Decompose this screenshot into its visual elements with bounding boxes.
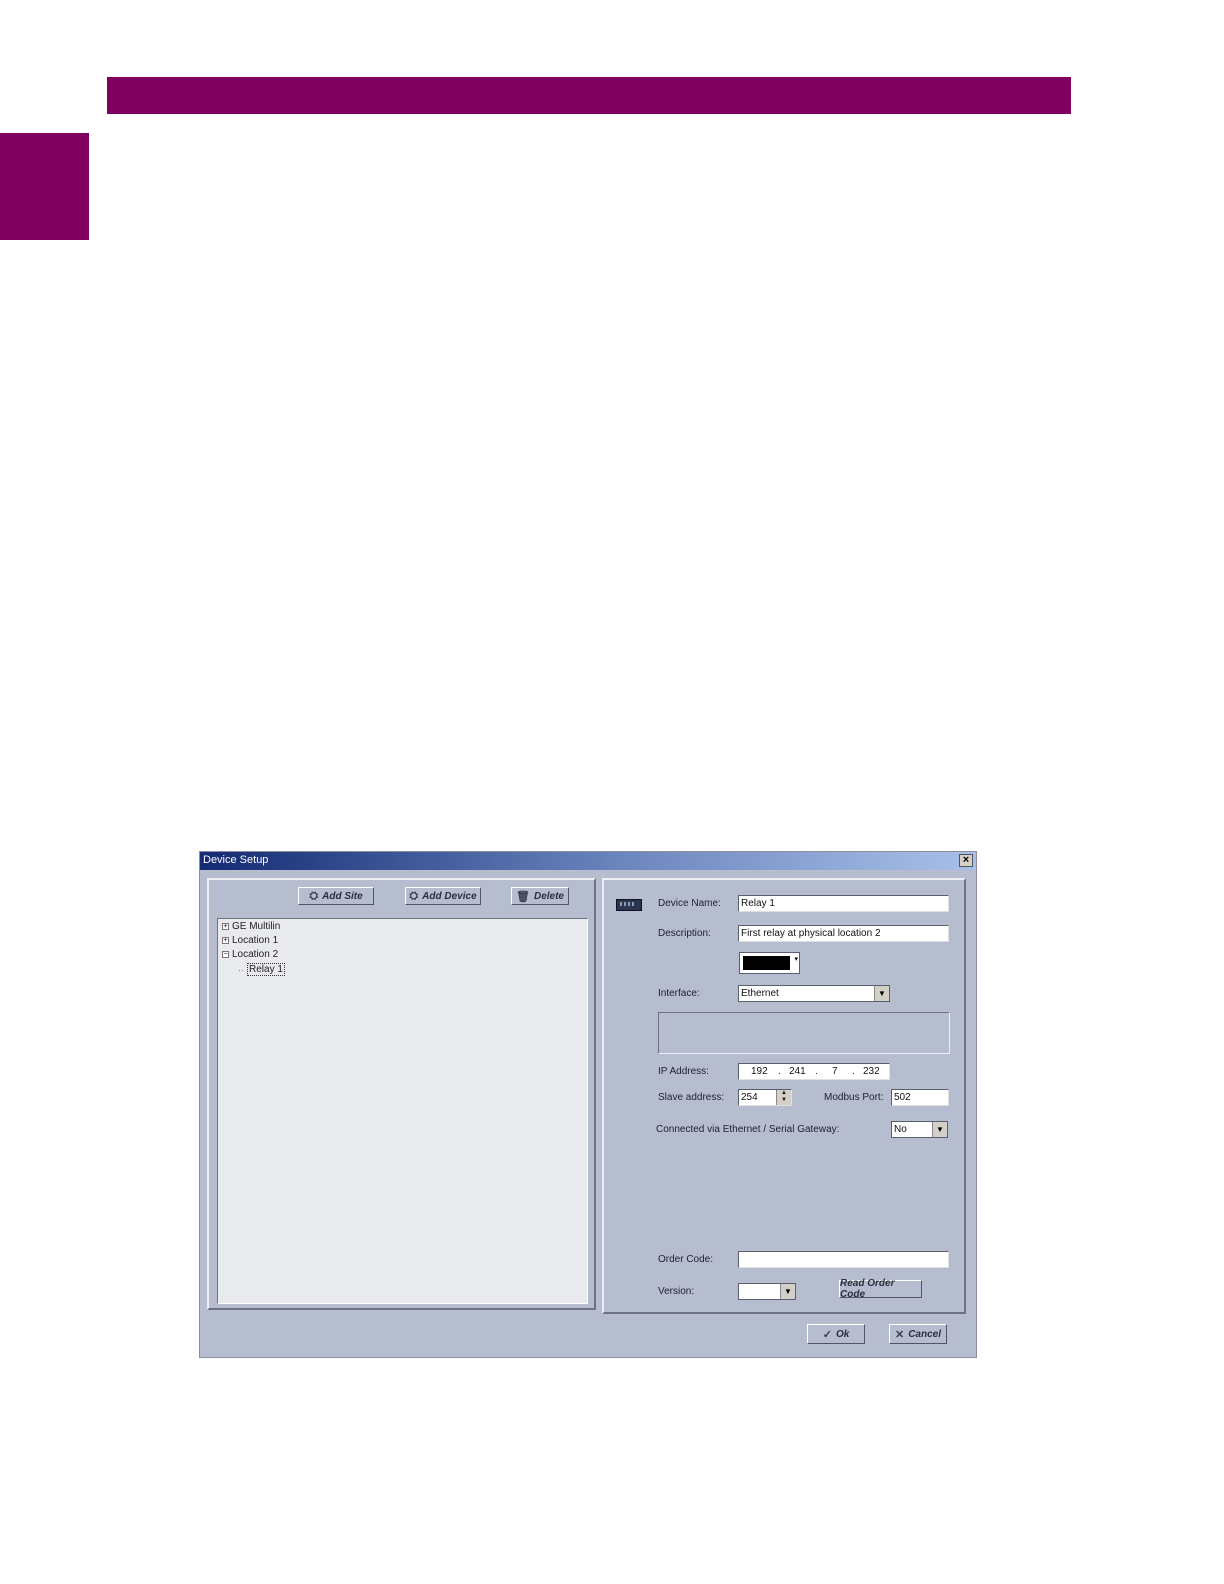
tree-item-label: GE Multilin [232, 921, 281, 932]
add-device-button[interactable]: ⛭ Add Device [405, 887, 481, 905]
expand-icon[interactable]: + [222, 937, 229, 944]
read-order-code-label: Read Order Code [840, 1278, 895, 1300]
interface-value: Ethernet [741, 988, 779, 999]
gateway-label: Connected via Ethernet / Serial Gateway: [656, 1124, 840, 1135]
ok-label: Ok [835, 1328, 850, 1340]
cancel-button[interactable]: ✕ Cancel [889, 1324, 947, 1344]
close-icon[interactable]: × [959, 854, 973, 867]
chevron-down-icon[interactable]: ▼ [932, 1122, 947, 1137]
device-name-label: Device Name: [658, 898, 721, 909]
interface-label: Interface: [658, 988, 700, 999]
gateway-select[interactable]: No ▼ [891, 1121, 948, 1138]
modbus-port-label: Modbus Port: [824, 1092, 884, 1103]
dialog-titlebar[interactable]: Device Setup × [200, 852, 976, 870]
trash-icon: 🗑 [516, 890, 530, 903]
add-site-button[interactable]: ⛭ Add Site [298, 887, 374, 905]
add-site-label: Add Site [322, 890, 363, 902]
slave-address-value: 254 [741, 1092, 758, 1103]
add-device-label: Add Device [422, 890, 477, 902]
chevron-down-icon[interactable]: ▼ [780, 1284, 795, 1299]
close-icon: ✕ [894, 1328, 905, 1341]
description-label: Description: [658, 928, 711, 939]
slave-address-stepper[interactable]: 254 ▲ ▼ [738, 1089, 792, 1106]
ip-dot: . [815, 1066, 818, 1077]
ip-octet-2: 241 [789, 1066, 806, 1077]
device-name-field[interactable]: Relay 1 [738, 895, 949, 912]
delete-button[interactable]: 🗑 Delete [511, 887, 569, 905]
collapse-icon[interactable]: − [222, 951, 229, 958]
order-code-field[interactable] [738, 1251, 949, 1268]
delete-label: Delete [533, 890, 564, 902]
chevron-down-icon[interactable]: ▼ [874, 986, 889, 1001]
site-tree-pane: ⛭ Add Site ⛭ Add Device 🗑 Delete + GE Mu… [207, 878, 596, 1310]
checkmark-icon: ✓ [822, 1328, 832, 1341]
gateway-value: No [894, 1124, 907, 1135]
tree-item-label: Location 2 [232, 949, 279, 960]
device-properties-pane: Device Name: Relay 1 Description: First … [602, 878, 966, 1314]
ip-dot: . [852, 1066, 855, 1077]
relay-device-icon [616, 899, 642, 911]
chevron-down-icon: ▾ [794, 956, 798, 963]
page-header-bar [107, 77, 1071, 114]
site-tree[interactable]: + GE Multilin + Location 1 − Location 2 … [217, 918, 588, 1304]
ok-button[interactable]: ✓ Ok [807, 1324, 865, 1344]
ip-address-label: IP Address: [658, 1066, 709, 1077]
tree-item-ge-multilin[interactable]: + GE Multilin [222, 921, 280, 932]
spinner-arrows-icon[interactable]: ▲ ▼ [776, 1090, 791, 1105]
expand-icon[interactable]: + [222, 923, 229, 930]
color-picker[interactable]: ▾ [739, 952, 800, 974]
chapter-side-tab [0, 133, 89, 240]
description-field[interactable]: First relay at physical location 2 [738, 925, 949, 942]
dialog-title: Device Setup [203, 854, 269, 866]
cancel-label: Cancel [908, 1328, 941, 1340]
ip-octet-4: 232 [863, 1066, 880, 1077]
interface-info-box [658, 1012, 950, 1054]
slave-address-label: Slave address: [658, 1092, 725, 1103]
tree-item-label: Location 1 [232, 935, 279, 946]
color-swatch [743, 956, 790, 970]
tree-item-location-1[interactable]: + Location 1 [222, 935, 278, 946]
tree-item-relay-1[interactable]: ·· Relay 1 [238, 963, 285, 976]
order-code-label: Order Code: [658, 1254, 714, 1265]
ip-octet-1: 192 [751, 1066, 768, 1077]
tree-item-location-2[interactable]: − Location 2 [222, 949, 278, 960]
tree-item-label: Relay 1 [247, 963, 285, 976]
device-setup-dialog: Device Setup × ⛭ Add Site ⛭ Add Device 🗑… [199, 851, 977, 1358]
read-order-code-button[interactable]: Read Order Code [839, 1278, 922, 1300]
ip-address-field[interactable]: 192 . 241 . 7 . 232 [738, 1063, 890, 1080]
tree-connector: ·· [238, 964, 244, 975]
add-site-icon: ⛭ [309, 889, 319, 902]
ip-octet-3: 7 [832, 1066, 838, 1077]
modbus-port-field[interactable]: 502 [891, 1089, 949, 1106]
add-device-icon: ⛭ [409, 889, 419, 902]
version-select[interactable]: ▼ [738, 1283, 796, 1300]
version-label: Version: [658, 1286, 695, 1297]
ip-dot: . [778, 1066, 781, 1077]
interface-select[interactable]: Ethernet ▼ [738, 985, 890, 1002]
